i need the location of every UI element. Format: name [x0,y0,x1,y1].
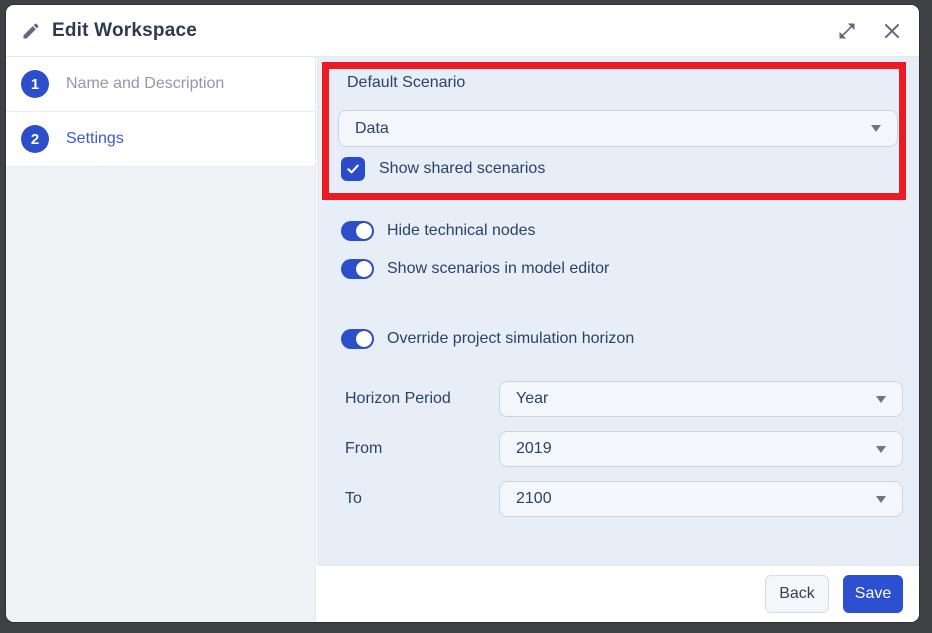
step-1-badge: 1 [21,70,49,98]
settings-panel: Default Scenario Data Show shared scenar… [317,57,919,565]
horizon-period-value: Year [516,390,548,408]
default-scenario-label: Default Scenario [347,74,465,92]
sidebar-item-settings[interactable]: 2 Settings [6,112,315,167]
chevron-down-icon [876,396,886,403]
pencil-icon [20,20,42,42]
from-label: From [345,431,382,467]
horizon-period-dropdown[interactable]: Year [499,381,903,417]
default-scenario-dropdown[interactable]: Data [338,110,898,147]
screenshot-stage: Edit Workspace 1 Name and Description [0,0,932,633]
override-simulation-horizon-label: Override project simulation horizon [387,330,634,348]
modal-footer: Back Save [317,565,919,622]
horizon-period-row: Horizon Period Year [317,381,919,417]
steps-sidebar: 1 Name and Description 2 Settings [6,57,316,622]
hide-technical-nodes-label: Hide technical nodes [387,222,536,240]
from-year-row: From 2019 [317,431,919,467]
header-actions [837,21,905,41]
hide-technical-nodes-toggle[interactable] [341,221,374,241]
sidebar-item-name-and-description[interactable]: 1 Name and Description [6,57,315,112]
chevron-down-icon [871,125,881,132]
modal-header: Edit Workspace [6,5,919,57]
step-2-label: Settings [66,130,124,148]
show-scenarios-in-model-editor-label: Show scenarios in model editor [387,260,609,278]
from-year-dropdown[interactable]: 2019 [499,431,903,467]
horizon-period-label: Horizon Period [345,381,451,417]
save-button[interactable]: Save [843,575,903,613]
show-shared-scenarios-label: Show shared scenarios [379,160,545,178]
edit-workspace-modal: Edit Workspace 1 Name and Description [6,5,919,622]
override-simulation-horizon-row: Override project simulation horizon [341,325,634,353]
show-shared-scenarios-checkbox[interactable] [341,157,365,181]
hide-technical-nodes-row: Hide technical nodes [341,217,536,245]
override-simulation-horizon-toggle[interactable] [341,329,374,349]
to-year-row: To 2100 [317,481,919,517]
modal-title: Edit Workspace [52,20,197,42]
toggle-knob [356,331,372,347]
from-year-value: 2019 [516,440,552,458]
to-year-dropdown[interactable]: 2100 [499,481,903,517]
show-shared-scenarios-row: Show shared scenarios [341,157,545,181]
back-button[interactable]: Back [765,575,829,613]
expand-icon[interactable] [837,21,857,41]
default-scenario-value: Data [355,120,389,138]
toggle-knob [356,223,372,239]
show-scenarios-in-model-editor-toggle[interactable] [341,259,374,279]
close-icon[interactable] [883,22,901,40]
chevron-down-icon [876,446,886,453]
chevron-down-icon [876,496,886,503]
to-label: To [345,481,362,517]
to-year-value: 2100 [516,490,552,508]
toggle-knob [356,261,372,277]
step-2-badge: 2 [21,125,49,153]
show-scenarios-in-model-editor-row: Show scenarios in model editor [341,255,609,283]
step-1-label: Name and Description [66,75,224,93]
